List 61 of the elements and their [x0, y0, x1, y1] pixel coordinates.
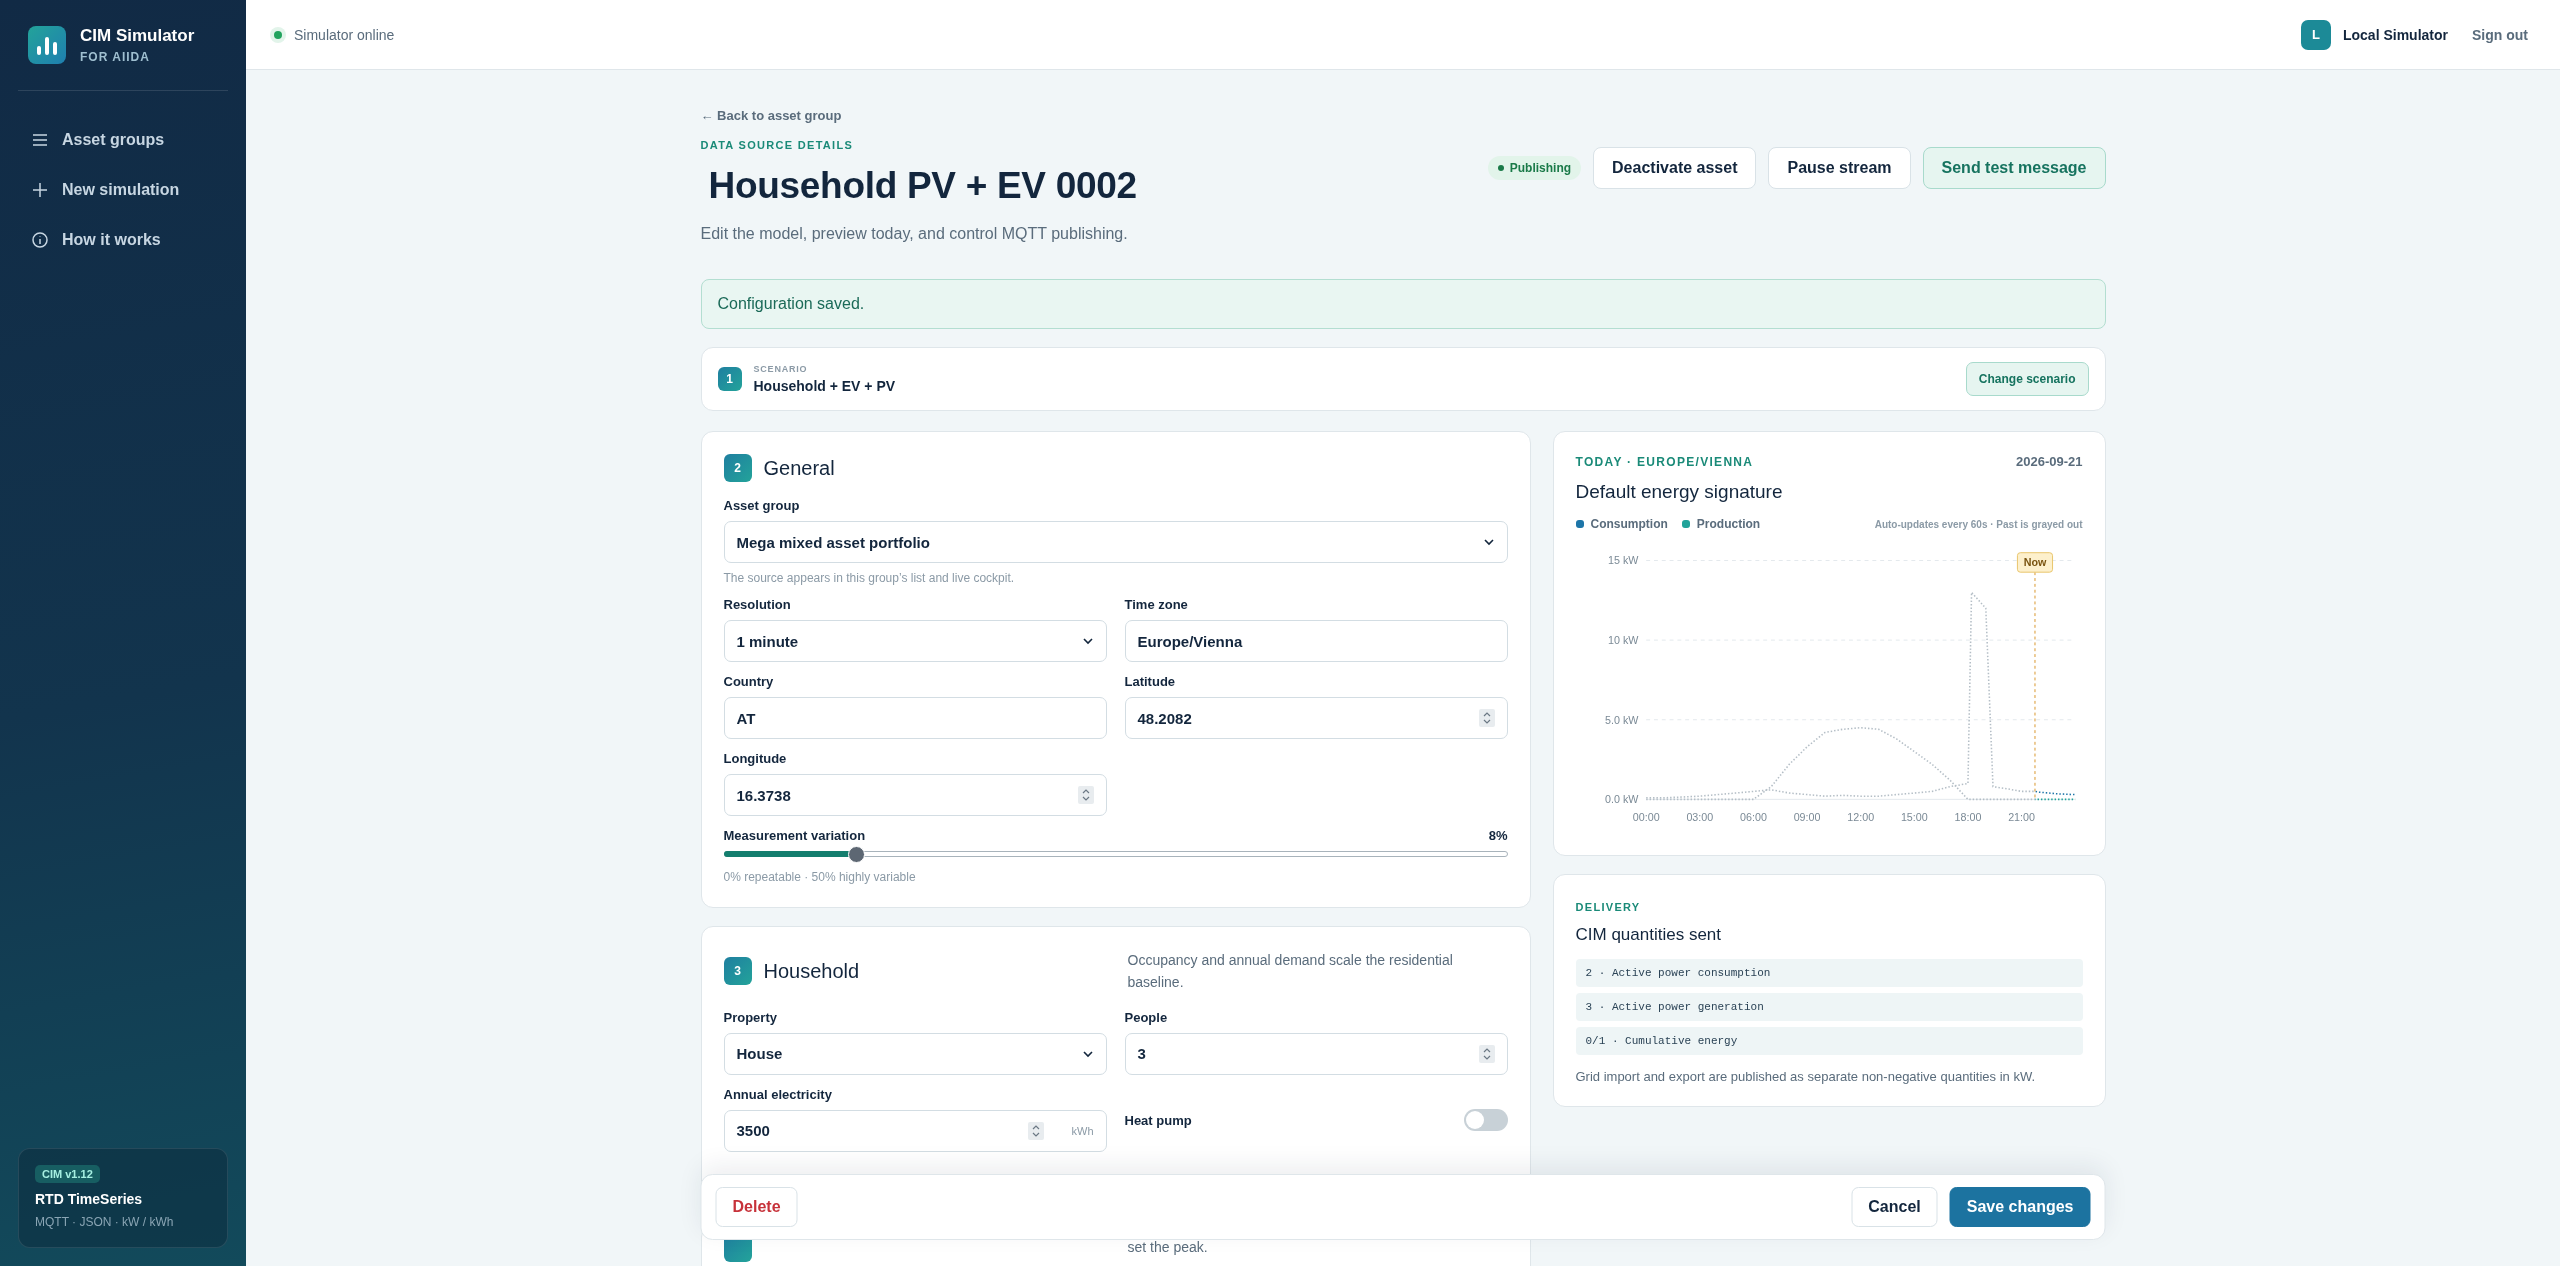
x-axis-label: 12:00 [1846, 810, 1874, 823]
delivery-note: Grid import and export are published as separate non-negative quantities in kW. [1575, 1068, 2037, 1084]
user-name: Local Simulator [2342, 26, 2448, 43]
step-number: 3 [723, 957, 752, 986]
user-avatar: L [2300, 19, 2331, 50]
step-number: 2 [723, 454, 752, 482]
annotation: Now [2023, 556, 2047, 569]
x-axis-label: 21:00 [2007, 810, 2035, 823]
field-label: Resolution [723, 597, 792, 612]
slider-reading: 8% [1488, 828, 1508, 843]
status-text: Simulator online [294, 26, 395, 43]
preview-date: 2026-09-21 [2016, 454, 2083, 469]
section-eyebrow: DATA SOURCE DETAILS [700, 139, 854, 151]
field-hint: The source appears in this group’s list and live cockpit. [723, 571, 1016, 585]
field-label: Measurement variation [723, 828, 866, 843]
success-notice: Configuration saved. [700, 279, 2106, 329]
quantity-item: 2 · Active power consumption [1575, 958, 2083, 987]
quantity-item: 0/1 · Cumulative energy [1575, 1026, 2083, 1055]
y-axis-label: 10 kW [1607, 634, 1638, 647]
page-title: Household PV + EV 0002 [708, 165, 1137, 207]
quantity-item: 3 · Active power generation [1575, 992, 2083, 1021]
chart-title: Default energy signature [1575, 481, 1784, 503]
x-axis-label: 15:00 [1900, 810, 1928, 823]
publishing-badge: Publishing [1487, 156, 1582, 180]
card-description: set the peak. [1127, 1239, 1209, 1257]
y-axis-label: 0.0 kW [1604, 793, 1638, 806]
app-title: CIM Simulator [80, 26, 195, 46]
scenario-eyebrow: SCENARIO [753, 364, 809, 374]
page-subtitle: Edit the model, preview today, and control MQTT publishing. [700, 225, 1128, 243]
step-number: 1 [717, 367, 742, 391]
x-axis-label: 03:00 [1685, 810, 1713, 823]
field-label: Latitude [1124, 674, 1177, 689]
field-label: Time zone [1124, 597, 1189, 612]
field-label: People [1124, 1009, 1169, 1025]
legend-item: Production [1681, 517, 1761, 531]
field-label: Property [723, 1009, 778, 1025]
auto-update-note: Auto-updates every 60s · Past is grayed out [1874, 518, 2083, 530]
field-label: Heat pump [1124, 1112, 1192, 1128]
card-title: General [763, 456, 835, 480]
y-axis-label: 5.0 kW [1604, 713, 1638, 726]
y-axis-label: 15 kW [1607, 554, 1638, 567]
x-axis-label: 18:00 [1954, 810, 1981, 823]
card-title: Household [763, 959, 860, 983]
field-label: Longitude [723, 751, 788, 766]
x-axis-label: 00:00 [1632, 810, 1660, 823]
version-subtitle: MQTT · JSON · kW / kWh [35, 1215, 174, 1229]
delivery-eyebrow: DELIVERY [1575, 900, 1641, 913]
version-badge: CIM v1.12 [35, 1165, 100, 1183]
x-axis-label: 06:00 [1739, 810, 1767, 823]
field-label: Annual electricity [723, 1086, 833, 1102]
card-description: Occupancy and annual demand scale the residential baseline. [1127, 951, 1454, 993]
card-title: CIM quantities sent [1575, 924, 1722, 945]
preview-eyebrow: TODAY · EUROPE/VIENNA [1575, 454, 1754, 469]
x-axis-label: 09:00 [1793, 810, 1820, 823]
field-label: Country [723, 674, 775, 689]
app-subtitle: FOR AIIDA [80, 50, 151, 64]
field-label: Asset group [723, 498, 801, 513]
version-title: RTD TimeSeries [35, 1191, 143, 1207]
scenario-name: Household + EV + PV [753, 378, 896, 394]
slider-hint: 0% repeatable · 50% highly variable [723, 870, 916, 884]
legend-item: Consumption [1575, 517, 1668, 531]
